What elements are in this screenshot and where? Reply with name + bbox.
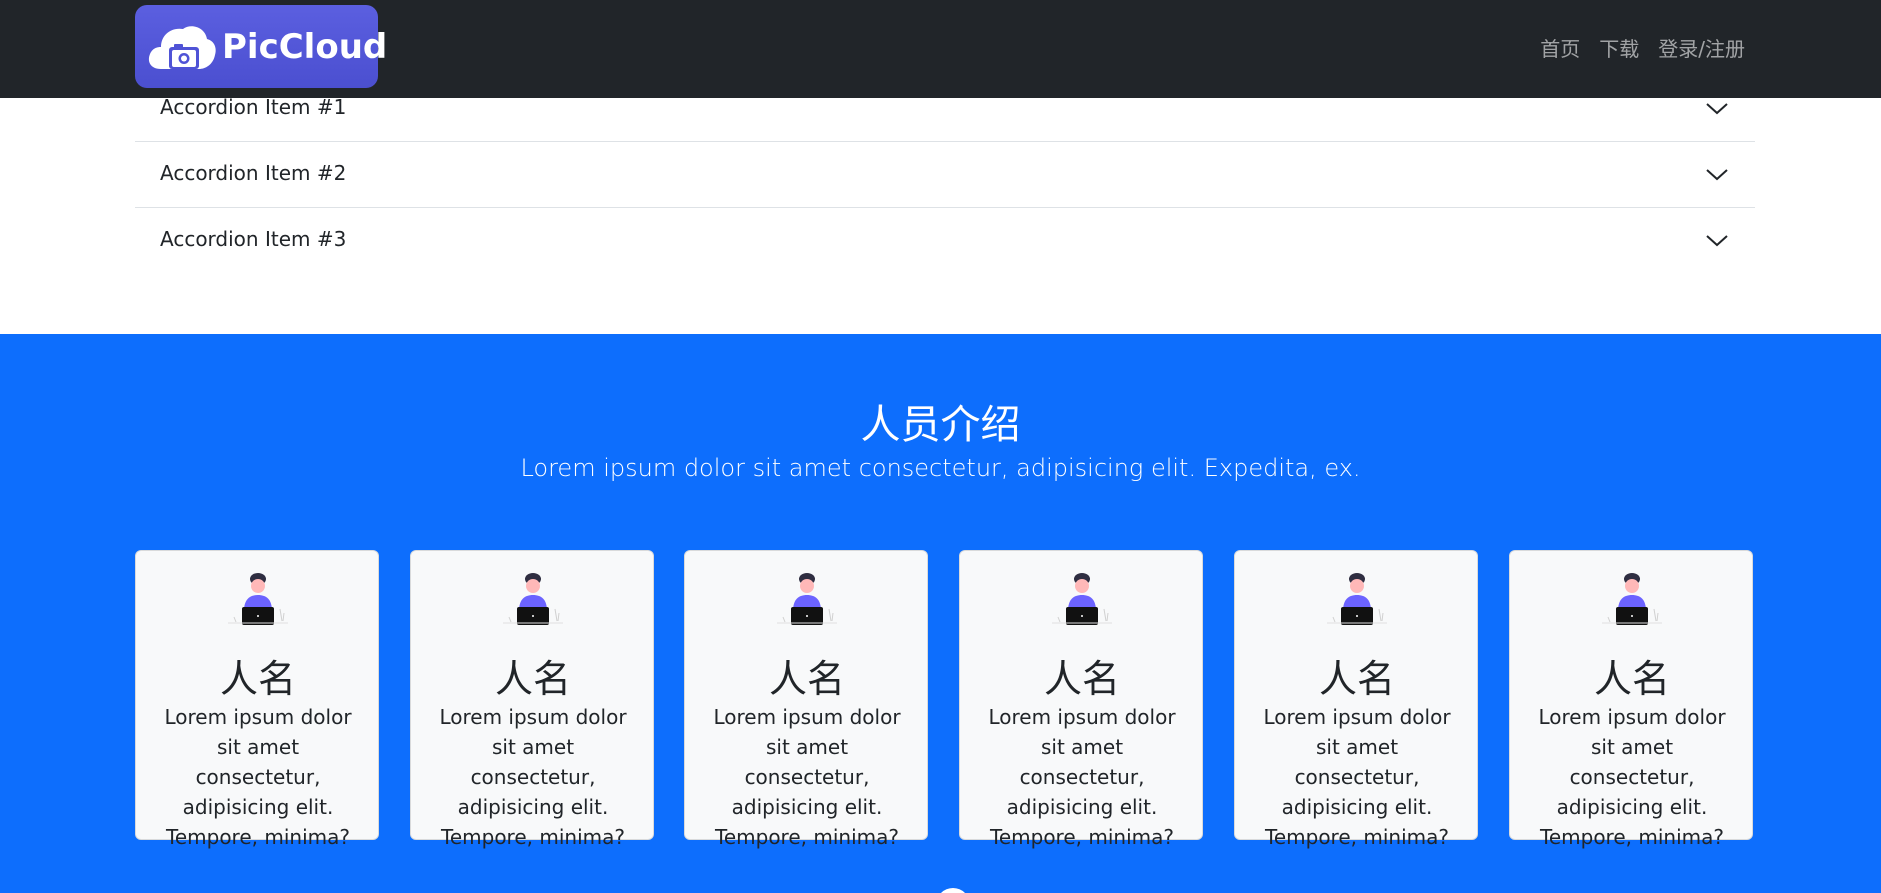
person-with-laptop-icon (1602, 573, 1662, 625)
member-card: 人名 Lorem ipsum dolor sit amet consectetu… (1509, 550, 1753, 849)
chevron-down-icon (1706, 103, 1728, 115)
member-bio: Lorem ipsum dolor sit amet consectetur, … (1263, 705, 1451, 849)
nav-link-download[interactable]: 下载 (1599, 33, 1639, 62)
person-with-laptop-icon (1327, 573, 1387, 625)
accordion-item-label: Accordion Item #3 (160, 227, 347, 251)
accordion-item-3[interactable]: Accordion Item #3 (135, 208, 1755, 274)
accordion: Accordion Item #1 Accordion Item #2 Acco… (135, 76, 1755, 274)
brand-name: PicCloud (222, 27, 388, 67)
member-card: 人名 Lorem ipsum dolor sit amet consectetu… (1234, 550, 1478, 849)
member-card: 人名 Lorem ipsum dolor sit amet consectetu… (135, 550, 379, 849)
scroll-indicator[interactable] (936, 888, 970, 893)
person-with-laptop-icon (228, 573, 288, 625)
chevron-down-icon (1706, 169, 1728, 181)
accordion-item-label: Accordion Item #2 (160, 161, 347, 185)
member-name: 人名 (219, 657, 296, 701)
member-name: 人名 (768, 657, 845, 701)
member-name: 人名 (1318, 657, 1395, 701)
person-with-laptop-icon (503, 573, 563, 625)
nav-link-login[interactable]: 登录/注册 (1658, 33, 1745, 62)
member-card: 人名 Lorem ipsum dolor sit amet consectetu… (959, 550, 1203, 849)
member-name: 人名 (1043, 657, 1120, 701)
member-bio: Lorem ipsum dolor sit amet consectetur, … (988, 705, 1176, 849)
brand-logo[interactable]: PicCloud (135, 5, 387, 88)
member-bio: Lorem ipsum dolor sit amet consectetur, … (439, 705, 627, 849)
member-bio: Lorem ipsum dolor sit amet consectetur, … (713, 705, 901, 849)
member-name: 人名 (494, 657, 571, 701)
member-card: 人名 Lorem ipsum dolor sit amet consectetu… (684, 550, 928, 849)
team-section: 人员介绍 Lorem ipsum dolor sit amet consecte… (0, 334, 1881, 893)
section-subtitle: Lorem ipsum dolor sit amet consectetur, … (520, 454, 1361, 482)
cloud-camera-icon (148, 26, 216, 69)
member-bio: Lorem ipsum dolor sit amet consectetur, … (164, 705, 352, 849)
nav-link-home[interactable]: 首页 (1540, 33, 1580, 62)
section-title: 人员介绍 (860, 402, 1021, 448)
accordion-item-2[interactable]: Accordion Item #2 (135, 142, 1755, 208)
navbar: PicCloud 首页 下载 登录/注册 (0, 0, 1881, 98)
member-card: 人名 Lorem ipsum dolor sit amet consectetu… (410, 550, 654, 849)
member-bio: Lorem ipsum dolor sit amet consectetur, … (1538, 705, 1726, 849)
person-with-laptop-icon (1052, 573, 1112, 625)
person-with-laptop-icon (777, 573, 837, 625)
member-name: 人名 (1593, 657, 1670, 701)
nav-links: 首页 下载 登录/注册 (1540, 33, 1745, 62)
accordion-item-label: Accordion Item #1 (160, 95, 347, 119)
chevron-down-icon (1706, 235, 1728, 247)
